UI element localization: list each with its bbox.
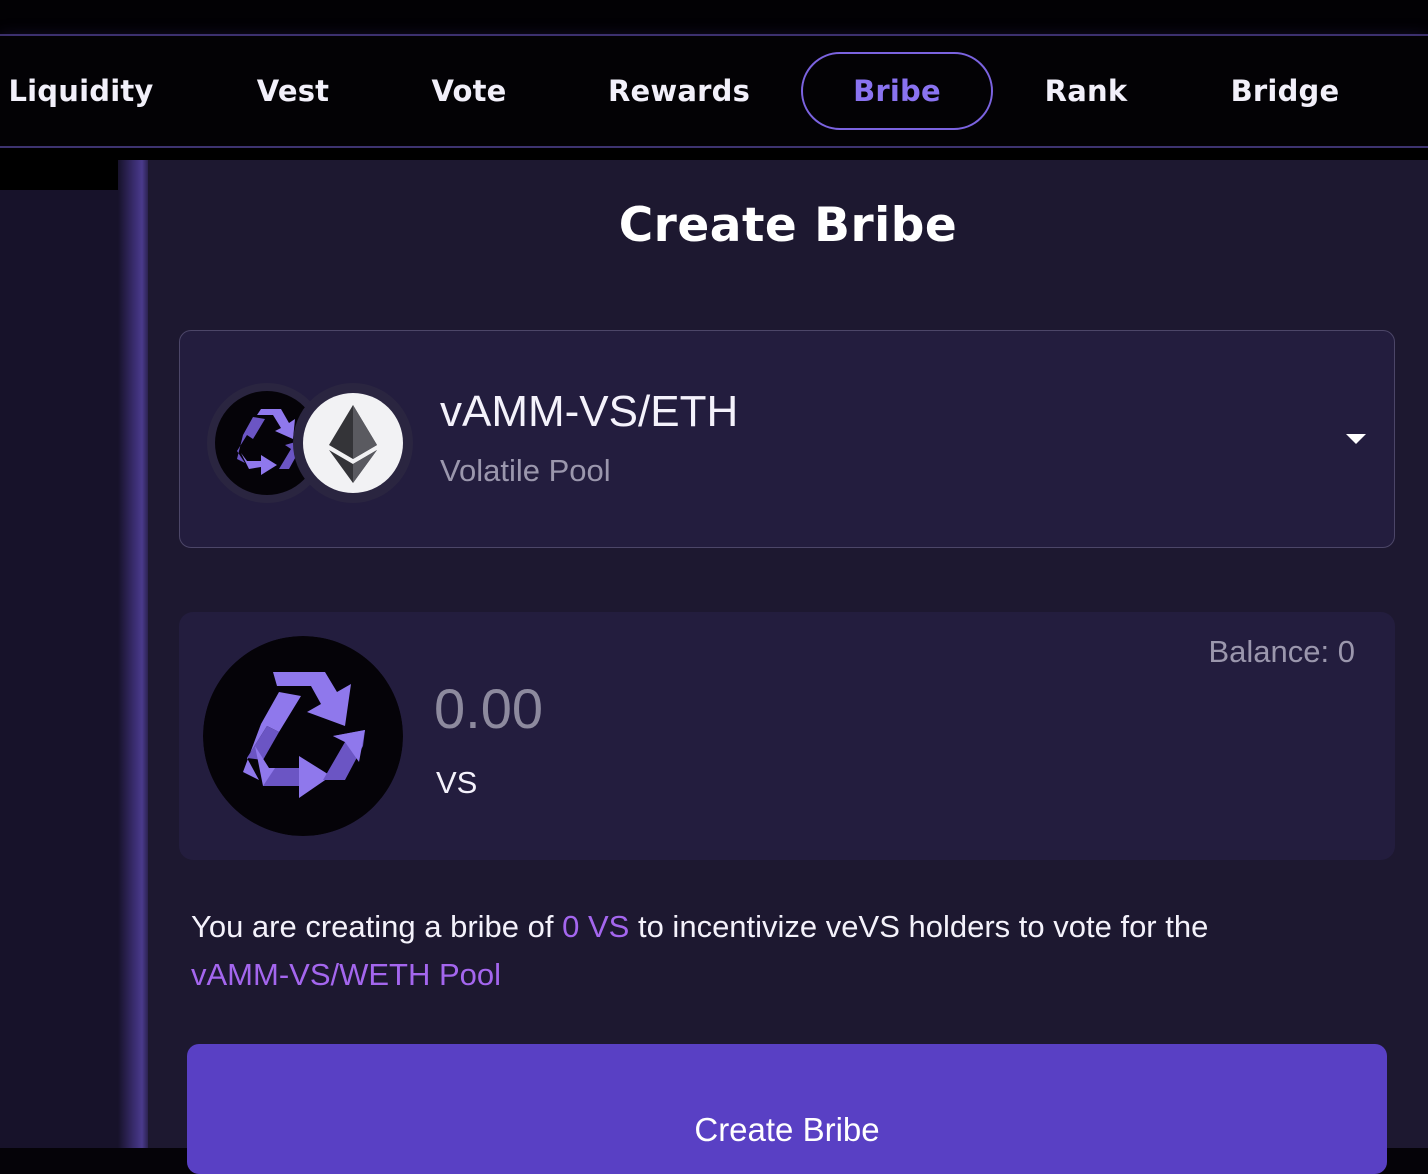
summary-prefix: You are creating a bribe of: [191, 909, 554, 944]
left-panel: [0, 190, 128, 1148]
amount-panel: Balance: 0 VS: [179, 612, 1395, 860]
panel-glow-divider: [118, 160, 148, 1148]
nav-vote[interactable]: Vote: [420, 52, 518, 130]
nav-rewards[interactable]: Rewards: [596, 52, 762, 130]
pool-dropdown[interactable]: vAMM-VS/ETH Volatile Pool: [179, 330, 1395, 548]
vs-recycle-icon[interactable]: [203, 636, 403, 836]
amount-input[interactable]: [434, 676, 1034, 741]
nav-vest[interactable]: Vest: [240, 52, 346, 130]
nav-bridge[interactable]: Bridge: [1216, 52, 1354, 130]
page-title: Create Bribe: [618, 198, 958, 253]
balance-label[interactable]: Balance: 0: [1209, 634, 1356, 670]
main-nav: Liquidity Vest Vote Rewards Bribe Rank B…: [0, 36, 1428, 148]
top-bar: [0, 0, 1428, 36]
bribe-summary: You are creating a bribe of 0 VS to ince…: [191, 903, 1371, 999]
chevron-down-icon[interactable]: [1346, 434, 1366, 444]
nav-liquidity[interactable]: Liquidity: [0, 52, 162, 130]
token-symbol: VS: [436, 765, 478, 800]
summary-middle: to incentivize veVS holders to vote for …: [637, 909, 1209, 944]
nav-rank[interactable]: Rank: [1030, 52, 1142, 130]
pool-type: Volatile Pool: [440, 453, 611, 488]
nav-bribe[interactable]: Bribe: [801, 52, 993, 130]
summary-pool: vAMM-VS/WETH Pool: [191, 957, 502, 992]
eth-icon: [293, 383, 413, 503]
create-bribe-button[interactable]: Create Bribe: [187, 1044, 1387, 1174]
summary-amount: 0 VS: [562, 909, 630, 944]
pool-name: vAMM-VS/ETH: [440, 387, 739, 436]
